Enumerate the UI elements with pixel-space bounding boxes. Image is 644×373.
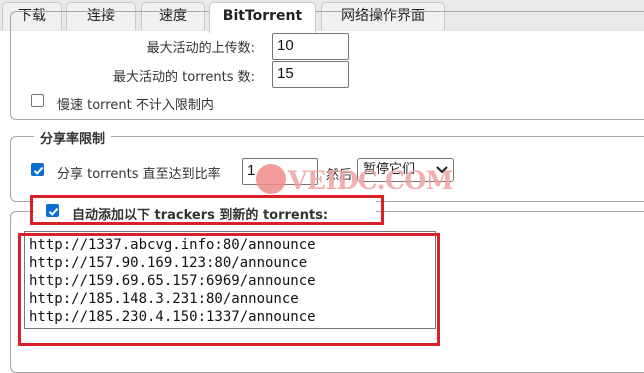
trackers-legend: 自动添加以下 trackers 到新的 torrents: (34, 199, 376, 223)
slow-torrent-checkbox[interactable] (31, 94, 44, 107)
share-ratio-label: 分享 torrents 直至达到比率 (57, 167, 221, 182)
watermark-logo-icon (256, 164, 286, 194)
checkmark-icon (33, 166, 44, 175)
tab-bittorrent[interactable]: BitTorrent (209, 2, 316, 33)
slow-torrent-label: 慢速 torrent 不计入限制内 (57, 98, 214, 113)
max-torrents-label: 最大活动的 torrents 数: (113, 70, 255, 85)
trackers-textarea[interactable]: http://1337.abcvg.info:80/announce http:… (24, 231, 436, 329)
max-upload-label: 最大活动的上传数: (146, 41, 255, 56)
trackers-checkbox[interactable] (46, 204, 59, 217)
share-ratio-checkbox[interactable] (31, 163, 44, 176)
share-ratio-legend: 分享率限制 (34, 128, 112, 147)
max-upload-input[interactable]: 10 (272, 33, 349, 60)
watermark-text: VEIDC.COM (288, 166, 453, 195)
trackers-label: 自动添加以下 trackers 到新的 torrents: (72, 208, 329, 223)
checkmark-icon (48, 207, 59, 216)
max-torrents-input[interactable]: 15 (272, 61, 349, 88)
